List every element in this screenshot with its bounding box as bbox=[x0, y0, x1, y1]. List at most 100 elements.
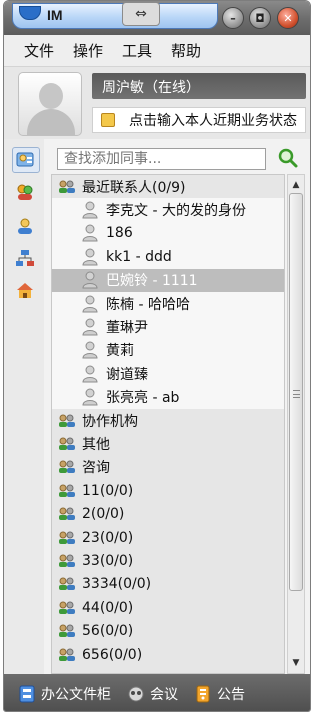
contact-row[interactable]: 186 bbox=[52, 221, 284, 246]
offline-person-icon bbox=[82, 388, 98, 406]
announcement-icon bbox=[196, 685, 210, 702]
app-title-tab: IM bbox=[12, 3, 218, 29]
group-label: 656(0/0) bbox=[82, 646, 143, 663]
group-row[interactable]: 56(0/0) bbox=[52, 619, 284, 642]
group-label: 咨询 bbox=[82, 460, 110, 477]
contact-name: 李克文 - 大的发的身份 bbox=[106, 203, 246, 220]
resize-arrows-icon: ⇔ bbox=[135, 6, 147, 22]
menu-help[interactable]: 帮助 bbox=[171, 40, 201, 61]
offline-person-icon bbox=[82, 224, 98, 242]
offline-person-icon bbox=[82, 295, 98, 313]
title-bar[interactable]: IM ⇔ – ◘ ✕ bbox=[4, 1, 310, 35]
group-row[interactable]: 协作机构 bbox=[52, 409, 284, 432]
contact-list-scrollbar[interactable]: ▲ ▼ bbox=[287, 174, 305, 674]
contacts-card-svg bbox=[16, 152, 34, 167]
contact-name: 巴婉铃 - 1111 bbox=[106, 273, 198, 290]
group-label: 56(0/0) bbox=[82, 623, 134, 640]
group-label: 最近联系人(0/9) bbox=[82, 179, 186, 196]
group-row[interactable]: 656(0/0) bbox=[52, 643, 284, 666]
contact-name: 谢道臻 bbox=[106, 366, 148, 383]
org-chart-svg bbox=[16, 250, 34, 266]
group-people-icon bbox=[59, 624, 75, 638]
contact-name: 黄莉 bbox=[106, 343, 134, 360]
scroll-up-arrow-icon[interactable]: ▲ bbox=[288, 177, 304, 193]
group-row[interactable]: 23(0/0) bbox=[52, 526, 284, 549]
people-group-svg bbox=[17, 184, 33, 200]
group-people-icon bbox=[59, 414, 75, 427]
profile-panel: 周沪敏（在线） 点击输入本人近期业务状态 bbox=[4, 67, 310, 139]
contact-row[interactable]: 巴婉铃 - 1111 bbox=[52, 268, 284, 292]
group-people-icon bbox=[59, 484, 75, 497]
people-group-icon[interactable] bbox=[14, 181, 36, 203]
avatar-head-icon bbox=[39, 83, 63, 109]
meeting-icon bbox=[128, 686, 144, 701]
person-profile-icon[interactable] bbox=[14, 215, 36, 237]
scroll-down-arrow-icon[interactable]: ▼ bbox=[288, 655, 304, 671]
contact-row[interactable]: 陈楠 - 哈哈哈 bbox=[52, 291, 284, 316]
restore-button[interactable]: ◘ bbox=[249, 7, 271, 29]
meeting-label: 会议 bbox=[150, 686, 178, 703]
contact-row[interactable]: kk1 - ddd bbox=[52, 245, 284, 269]
group-label: 11(0/0) bbox=[82, 482, 134, 499]
offline-person-icon bbox=[82, 341, 98, 359]
im-logo-icon bbox=[19, 6, 41, 20]
announcement-button[interactable]: 公告 bbox=[194, 684, 245, 704]
group-recent-contacts[interactable]: 最近联系人(0/9) bbox=[52, 175, 284, 198]
group-people-icon bbox=[59, 507, 75, 521]
contacts-card-icon[interactable] bbox=[12, 147, 40, 173]
office-file-cabinet-label: 办公文件柜 bbox=[41, 686, 111, 703]
note-icon bbox=[101, 113, 115, 127]
offline-person-icon bbox=[82, 248, 98, 266]
org-chart-icon[interactable] bbox=[14, 247, 36, 269]
scrollbar-thumb[interactable] bbox=[289, 193, 303, 591]
group-row[interactable]: 33(0/0) bbox=[52, 549, 284, 572]
group-people-icon bbox=[59, 531, 75, 544]
group-people-icon bbox=[59, 437, 75, 450]
meeting-button[interactable]: 会议 bbox=[127, 684, 178, 704]
resize-handle[interactable]: ⇔ bbox=[122, 2, 160, 26]
menu-operate[interactable]: 操作 bbox=[73, 40, 103, 61]
search-button[interactable] bbox=[276, 146, 300, 170]
offline-person-icon bbox=[82, 271, 98, 289]
minimize-icon: – bbox=[230, 11, 236, 25]
app-title: IM bbox=[47, 7, 63, 23]
contact-name: kk1 - ddd bbox=[106, 248, 172, 265]
home-icon[interactable] bbox=[14, 279, 36, 301]
left-rail bbox=[4, 139, 44, 674]
offline-person-icon bbox=[82, 318, 98, 336]
menu-bar: 文件 操作 工具 帮助 bbox=[4, 35, 310, 67]
contact-row[interactable]: 黄莉 bbox=[52, 338, 284, 363]
group-row[interactable]: 其他 bbox=[52, 432, 284, 455]
minimize-button[interactable]: – bbox=[222, 7, 244, 29]
group-people-icon bbox=[59, 460, 75, 474]
signature-field[interactable]: 点击输入本人近期业务状态 bbox=[92, 107, 306, 133]
contact-row[interactable]: 李克文 - 大的发的身份 bbox=[52, 198, 284, 222]
group-row[interactable]: 2(0/0) bbox=[52, 502, 284, 525]
group-label: 3334(0/0) bbox=[82, 576, 152, 593]
contact-name: 陈楠 - 哈哈哈 bbox=[106, 296, 190, 313]
close-button[interactable]: ✕ bbox=[277, 7, 299, 29]
group-people-icon bbox=[59, 577, 75, 591]
offline-person-icon bbox=[82, 365, 98, 383]
group-row[interactable]: 11(0/0) bbox=[52, 479, 284, 502]
group-row[interactable]: 咨询 bbox=[52, 456, 284, 479]
restore-icon: ◘ bbox=[255, 11, 265, 25]
group-row[interactable]: 44(0/0) bbox=[52, 596, 284, 619]
scrollbar-grip-icon bbox=[293, 390, 300, 398]
contact-name: 张亮亮 - ab bbox=[106, 390, 180, 407]
contact-row[interactable]: 谢道臻 bbox=[52, 362, 284, 386]
menu-file[interactable]: 文件 bbox=[24, 40, 54, 61]
group-label: 33(0/0) bbox=[82, 552, 134, 569]
avatar-body-icon bbox=[27, 109, 75, 135]
avatar[interactable] bbox=[18, 72, 82, 136]
group-row[interactable]: 3334(0/0) bbox=[52, 573, 284, 596]
office-file-cabinet-button[interactable]: 办公文件柜 bbox=[18, 684, 111, 704]
user-name-status[interactable]: 周沪敏（在线） bbox=[92, 73, 306, 99]
contact-row[interactable]: 张亮亮 - ab bbox=[52, 385, 284, 409]
group-people-icon bbox=[59, 601, 75, 614]
contact-row[interactable]: 董琳尹 bbox=[52, 315, 284, 339]
announcement-label: 公告 bbox=[217, 686, 245, 703]
search-input[interactable] bbox=[57, 148, 266, 170]
menu-tools[interactable]: 工具 bbox=[122, 40, 152, 61]
signature-placeholder: 点击输入本人近期业务状态 bbox=[129, 113, 297, 129]
